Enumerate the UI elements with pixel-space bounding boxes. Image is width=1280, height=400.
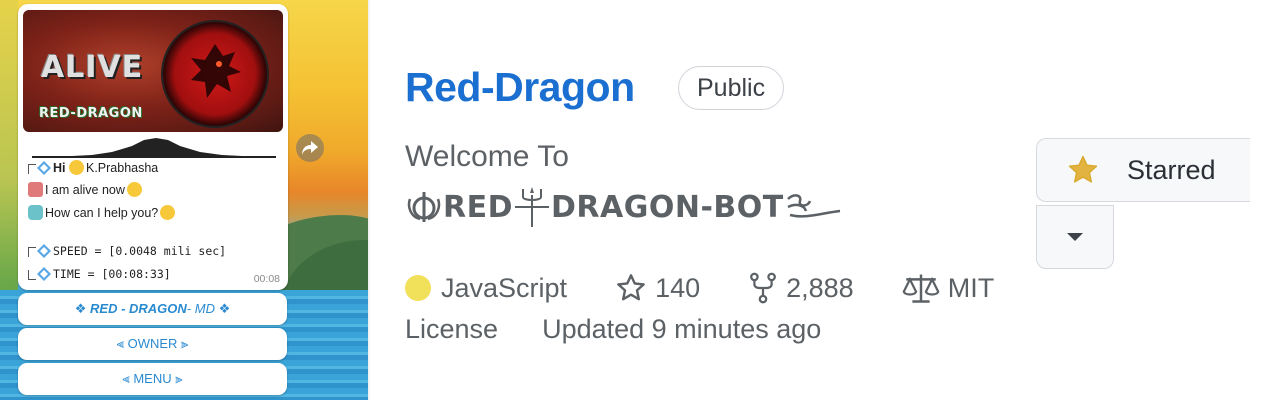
- forward-button[interactable]: [296, 134, 324, 162]
- time-value: = [00:08:33]: [80, 267, 171, 281]
- message-bubble[interactable]: ALIVE RED-DRAGON Hi K.Prabhasha I am ali…: [18, 4, 288, 290]
- sunglasses-emoji-icon: [68, 160, 84, 175]
- speed-label: SPEED: [53, 244, 88, 258]
- description-red: RED: [443, 189, 513, 225]
- pane-divider: [368, 0, 370, 400]
- license-label: License: [405, 314, 499, 344]
- banner-subtitle: RED-DRAGON: [39, 106, 143, 121]
- help-text: How can I help you?: [45, 206, 159, 220]
- cake-emoji-icon: [28, 182, 43, 197]
- description-dragon-bot: DRAGON-BOT: [551, 189, 784, 225]
- updated-time: Updated 9 minutes ago: [542, 314, 822, 344]
- bot-name-suffix: - MD ❖: [186, 301, 231, 316]
- fork-icon: [750, 272, 777, 304]
- menu-button[interactable]: ⫷ MENU ⫸: [18, 363, 287, 395]
- trident-icon: [515, 187, 549, 227]
- tree-corner-icon: [28, 164, 36, 174]
- star-outline-icon: [617, 274, 645, 301]
- greeting-hi: Hi: [53, 161, 66, 175]
- screenshot: ALIVE RED-DRAGON Hi K.Prabhasha I am ali…: [0, 0, 1280, 400]
- khanda-icon: [407, 192, 441, 222]
- starred-label: Starred: [1127, 154, 1216, 185]
- repo-name-link[interactable]: Red-Dragon: [405, 64, 635, 111]
- owner-button[interactable]: ⫷ OWNER ⫸: [18, 328, 287, 360]
- diamond-icon: [37, 161, 51, 175]
- speed-value: = [0.0048 mili sec]: [87, 244, 227, 258]
- tree-corner-icon: [28, 247, 36, 257]
- help-line: How can I help you?: [28, 205, 177, 220]
- smile-emoji-icon: [126, 182, 142, 197]
- starred-button[interactable]: Starred: [1036, 138, 1250, 202]
- person-emoji-icon: [28, 205, 43, 220]
- alive-line: I am alive now: [28, 182, 144, 197]
- relieved-emoji-icon: [160, 205, 176, 220]
- repo-meta-row-2: License Updated 9 minutes ago: [405, 314, 821, 345]
- diamond-icon: [37, 244, 51, 258]
- bot-name-button[interactable]: ❖ RED - DRAGON - MD ❖: [18, 293, 287, 325]
- banner-title: ALIVE: [41, 50, 144, 85]
- bot-name-main: ❖ RED - DRAGON: [74, 301, 187, 316]
- star-filled-icon: [1068, 155, 1098, 183]
- visibility-badge: Public: [678, 66, 785, 110]
- star-count[interactable]: 140: [655, 273, 700, 304]
- chevron-down-icon: [1067, 233, 1083, 241]
- forward-arrow-icon: [302, 141, 318, 155]
- speed-line: SPEED = [0.0048 mili sec]: [28, 244, 226, 258]
- time-label: TIME: [53, 267, 81, 281]
- repo-description-line2: RED DRAGON-BOT: [405, 187, 844, 227]
- diamond-icon: [37, 267, 51, 281]
- language-color-dot: [405, 275, 431, 301]
- greeting-line: Hi K.Prabhasha: [28, 160, 158, 175]
- waveform-decoration: [32, 138, 276, 158]
- repo-language: JavaScript: [441, 272, 568, 303]
- time-line: TIME = [00:08:33]: [28, 267, 171, 281]
- wave-glyph-icon: [786, 194, 840, 218]
- greeting-name: K.Prabhasha: [85, 161, 159, 175]
- star-list-dropdown-button[interactable]: [1036, 205, 1114, 269]
- license-name[interactable]: MIT: [948, 273, 995, 304]
- fork-count[interactable]: 2,888: [786, 273, 854, 304]
- repo-description-line1: Welcome To: [405, 140, 569, 173]
- alive-text: I am alive now: [45, 183, 125, 197]
- dragon-logo-icon: [163, 22, 267, 126]
- tree-end-icon: [28, 270, 36, 280]
- repo-meta-row: JavaScript 140 2,888 MIT: [405, 270, 994, 306]
- alive-banner-image: ALIVE RED-DRAGON: [23, 10, 283, 132]
- chat-wallpaper: ALIVE RED-DRAGON Hi K.Prabhasha I am ali…: [0, 0, 370, 400]
- law-scale-icon: [902, 274, 940, 303]
- message-timestamp: 00:08: [253, 273, 280, 285]
